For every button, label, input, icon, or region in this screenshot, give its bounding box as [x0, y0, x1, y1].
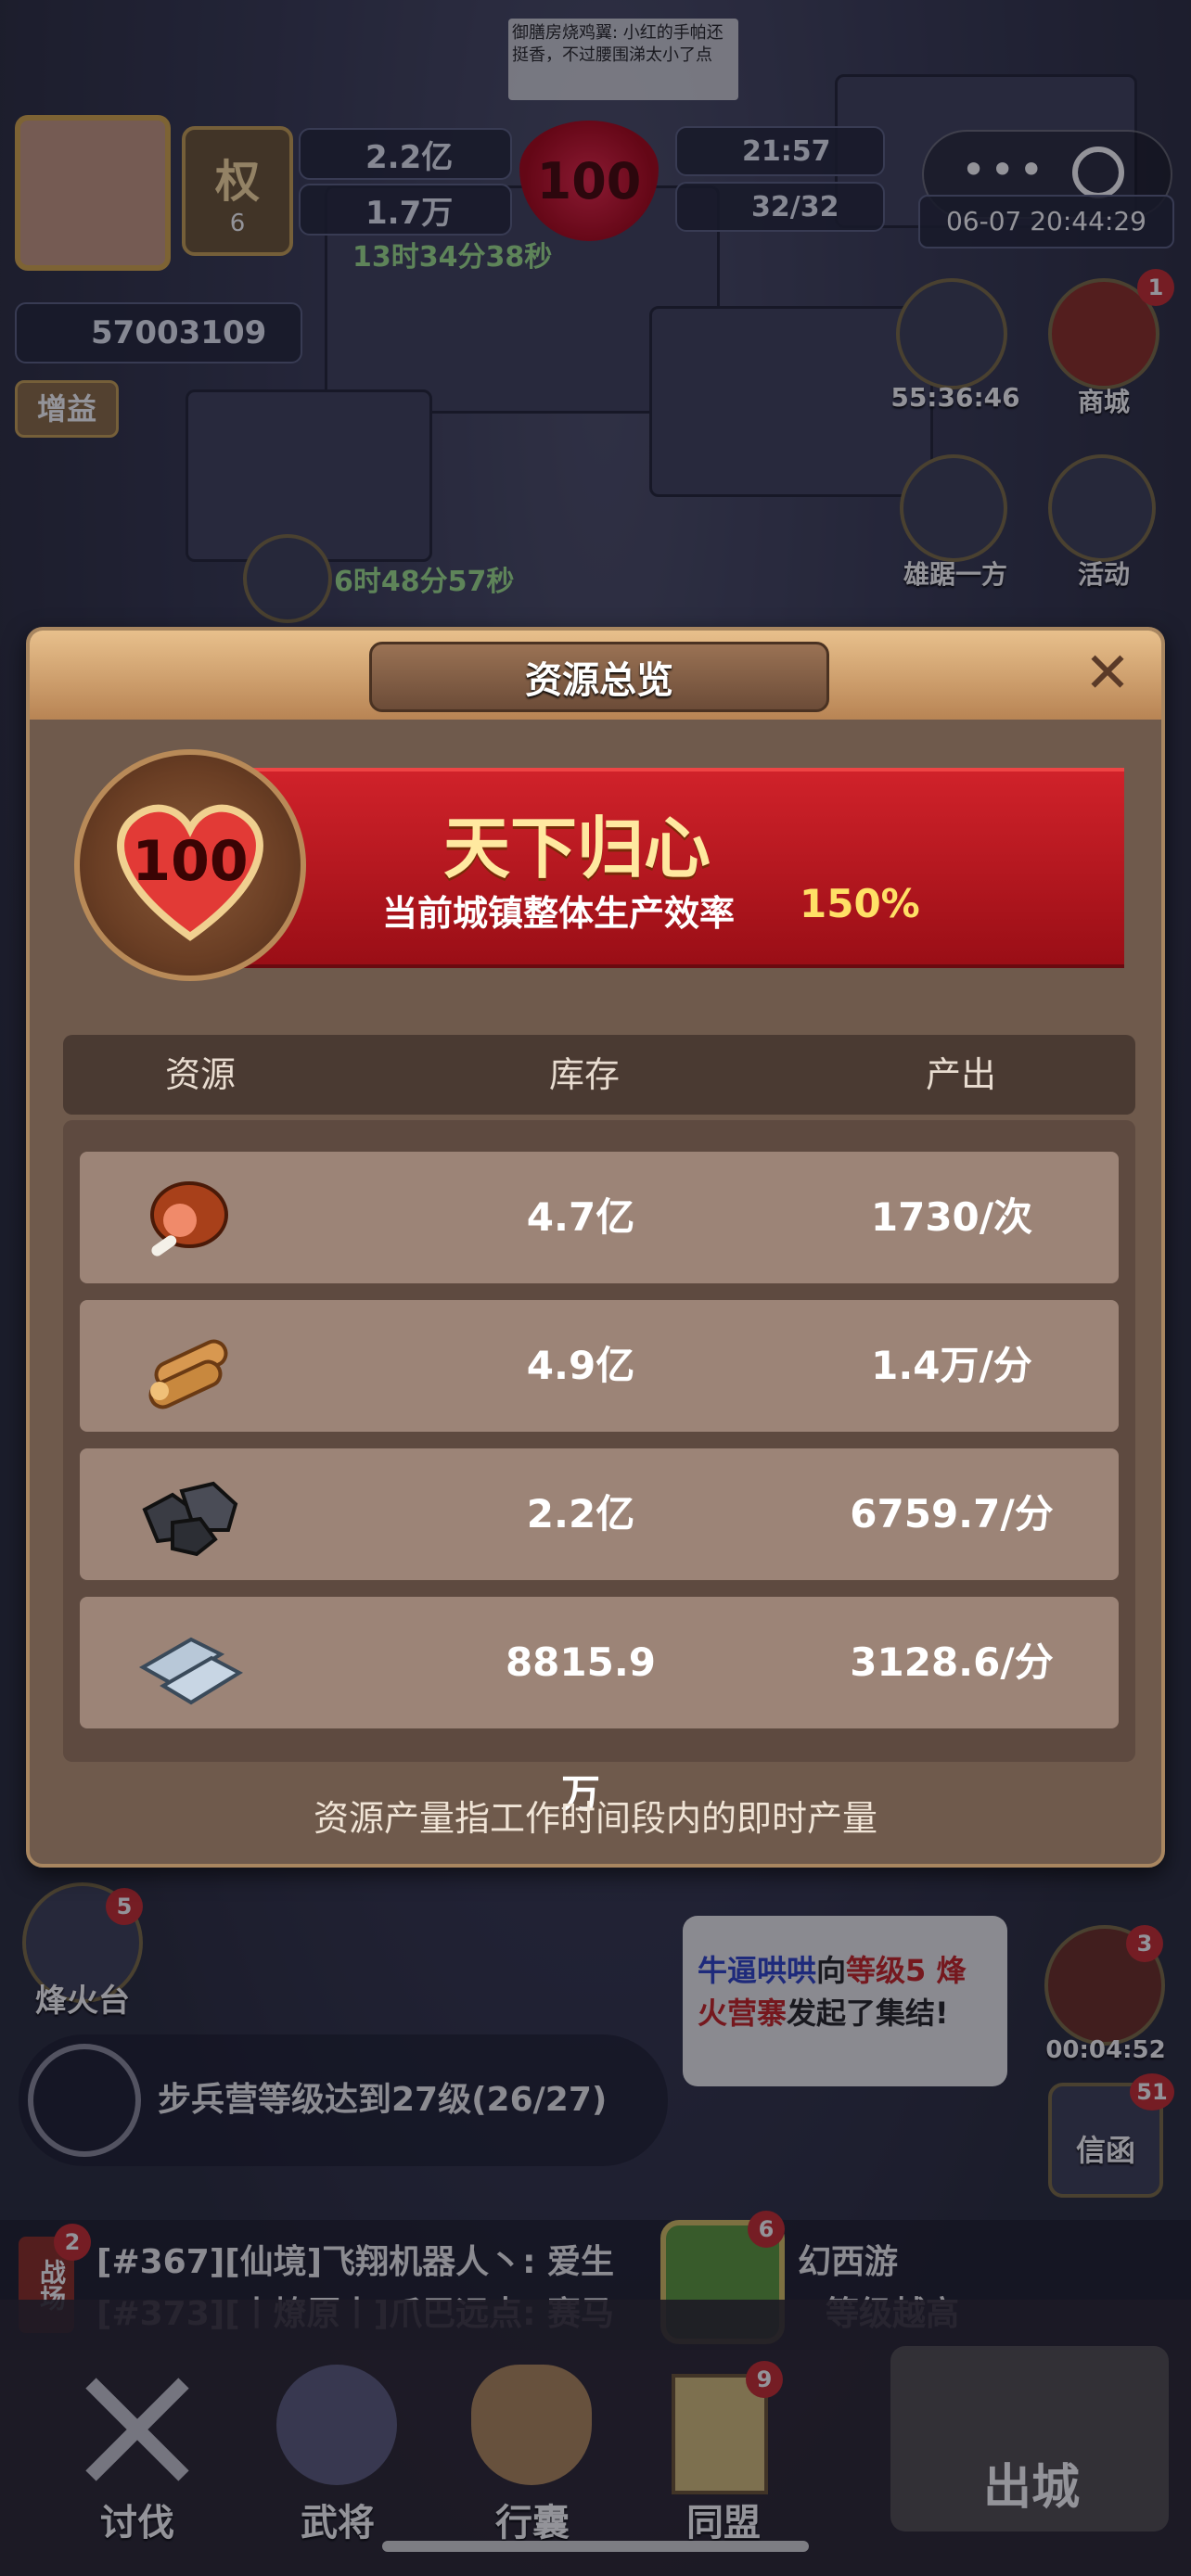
modal-header: 资源总览 ✕: [30, 631, 1161, 720]
table-row: 4.9亿 1.4万/分: [80, 1300, 1119, 1432]
table-row: 4.7亿 1730/次: [80, 1152, 1119, 1283]
table-header: 资源 库存 产出: [63, 1035, 1135, 1115]
modal-title: 资源总览: [369, 642, 829, 712]
modal-footnote: 资源产量指工作时间段内的即时产量: [313, 1798, 877, 1839]
table-row: 2.2亿 6759.7/分: [80, 1448, 1119, 1580]
heart-medal-icon: 100: [74, 749, 306, 981]
banner-percent: 150%: [800, 881, 920, 926]
output-value: 1.4万/分: [871, 1343, 1032, 1388]
banner-subtitle: 当前城镇整体生产效率: [382, 893, 736, 934]
resource-overview-modal: 资源总览 ✕ 100 天下归心 当前城镇整体生产效率 150% 资源 库存 产出…: [26, 627, 1165, 1868]
banner-title: 天下归心: [442, 810, 711, 887]
meat-icon: [135, 1167, 247, 1269]
header-stock: 库存: [549, 1054, 621, 1095]
output-value: 3128.6/分: [850, 1639, 1054, 1685]
iron-icon: [135, 1612, 247, 1714]
table-row: 8815.9万 3128.6/分: [80, 1597, 1119, 1817]
stock-value: 8815.9万: [505, 1639, 657, 1817]
header-output: 产出: [926, 1054, 997, 1095]
medal-value: 100: [132, 829, 249, 894]
stock-value: 2.2亿: [526, 1491, 635, 1537]
output-value: 6759.7/分: [850, 1491, 1054, 1537]
stock-value: 4.9亿: [526, 1343, 635, 1388]
output-value: 1730/次: [870, 1194, 1033, 1240]
resource-table: 4.7亿 1730/次 4.9亿 1.4万/分 2.2亿 6759.7/分 88…: [63, 1120, 1135, 1817]
stock-value: 4.7亿: [526, 1194, 635, 1240]
coal-icon: [135, 1463, 247, 1565]
wood-icon: [135, 1315, 247, 1417]
header-resource: 资源: [165, 1054, 237, 1095]
close-icon[interactable]: ✕: [1082, 645, 1133, 701]
